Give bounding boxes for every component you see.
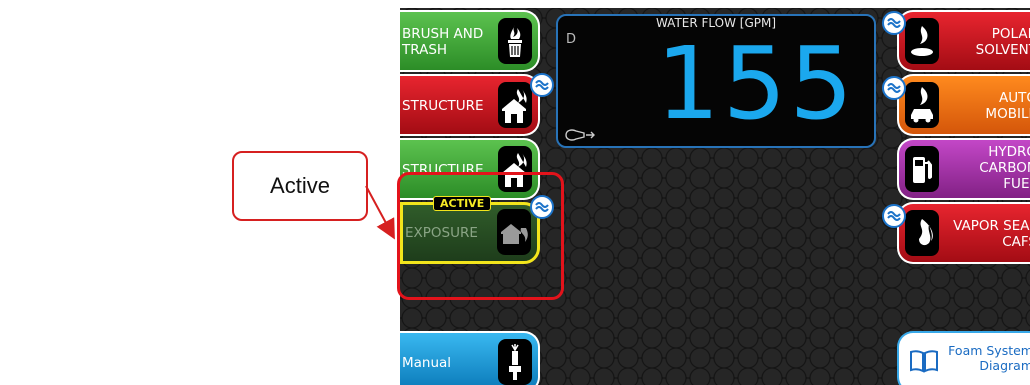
mode-letter: D (566, 32, 577, 47)
water-foam-badge-icon (530, 73, 554, 97)
water-foam-badge-icon (882, 11, 906, 35)
hydrocarbon-label-3: FUEL (1003, 176, 1030, 192)
fuel-pump-icon (905, 146, 939, 192)
vapor-seal-label-2: CAFS (1002, 234, 1030, 250)
nozzle-indicator-icon (564, 126, 598, 148)
structure-red-label: STRUCTURE (402, 98, 484, 114)
hydrocarbon-label-2: CARBON (979, 160, 1030, 176)
foam-system-diagram-button[interactable]: Foam System Diagram (897, 331, 1030, 385)
water-flow-display: WATER FLOW [GPM] D 155 (556, 14, 876, 148)
fire-drop-icon (905, 18, 939, 64)
brush-and-trash-label-1: BRUSH AND (402, 26, 484, 42)
vapor-seal-cafs-button[interactable]: VAPOR SEAL CAFS (897, 202, 1030, 264)
brush-and-trash-label-2: TRASH (402, 42, 448, 58)
manual-label: Manual (402, 355, 452, 371)
automobile-label-2: MOBILE (985, 106, 1030, 122)
water-foam-badge-icon (882, 76, 906, 100)
vapor-seal-label-1: VAPOR SEAL (953, 218, 1030, 234)
automobile-button[interactable]: AUTO MOBILE (897, 74, 1030, 136)
structure-red-button[interactable]: STRUCTURE (400, 74, 540, 136)
polar-solvent-button[interactable]: POLAR SOLVENT (897, 10, 1030, 72)
house-fire-icon (498, 82, 532, 128)
brush-and-trash-button[interactable]: BRUSH AND TRASH (400, 10, 540, 72)
water-foam-badge-icon (882, 204, 906, 228)
flame-icon (905, 210, 939, 256)
foam-label-1: Foam System (948, 343, 1030, 358)
callout-text: Active (270, 173, 330, 198)
polar-solvent-label-2: SOLVENT (975, 42, 1030, 58)
polar-solvent-label-1: POLAR (991, 26, 1030, 42)
automobile-label-1: AUTO (999, 90, 1030, 106)
foam-label-2: Diagram (979, 358, 1030, 373)
active-callout: Active (232, 151, 368, 221)
trash-fire-icon (498, 18, 532, 64)
active-highlight-box (397, 172, 564, 300)
nozzle-icon (498, 339, 532, 385)
water-flow-value: 155 (656, 25, 856, 142)
car-fire-icon (905, 82, 939, 128)
hydrocarbon-label-1: HYDRO (988, 144, 1030, 160)
manual-button[interactable]: Manual (400, 331, 540, 385)
hydrocarbon-fuel-button[interactable]: HYDRO CARBON FUEL (897, 138, 1030, 200)
